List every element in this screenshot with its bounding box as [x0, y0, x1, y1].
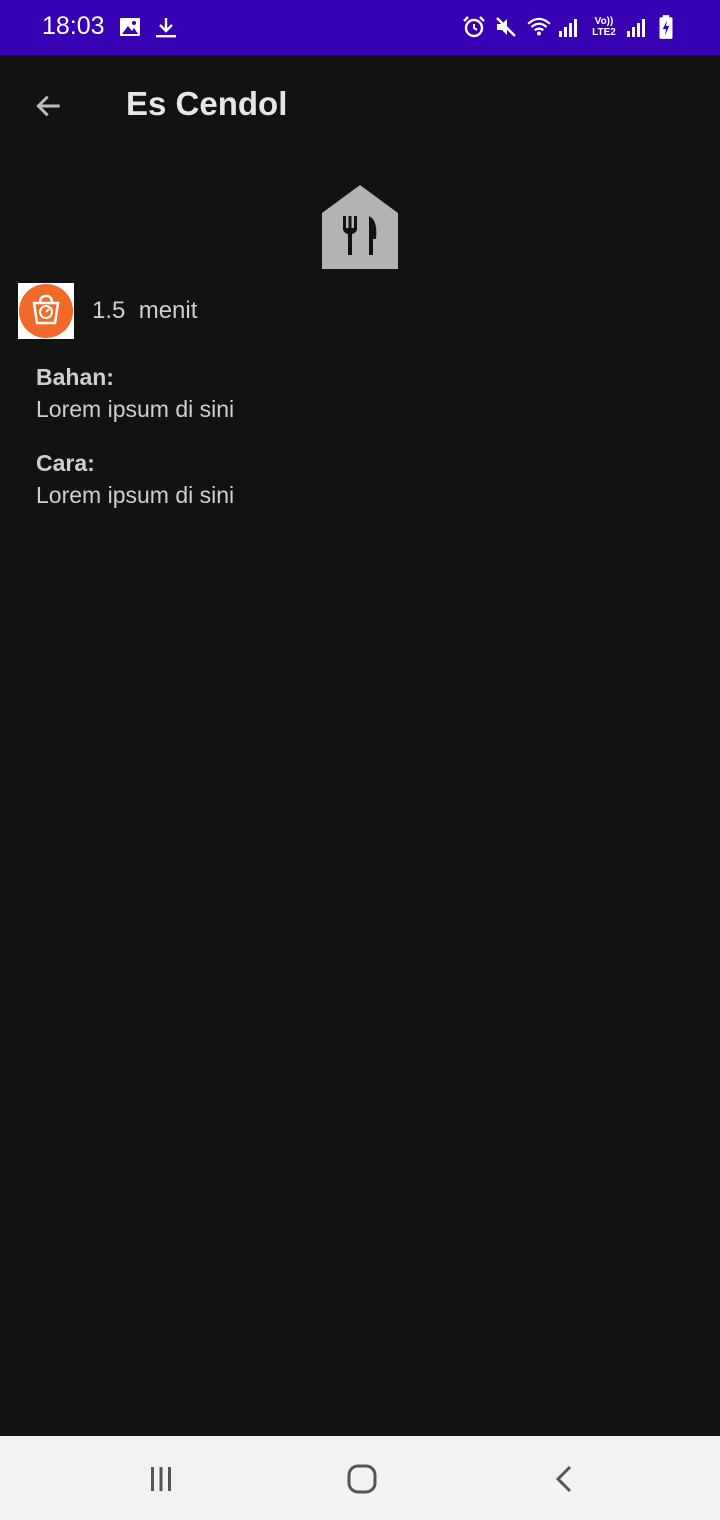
- recent-apps-button[interactable]: [136, 1454, 186, 1504]
- recent-apps-icon: [151, 1467, 171, 1491]
- back-button[interactable]: [26, 83, 72, 129]
- ingredients-section: Bahan: Lorem ipsum di sini: [36, 362, 234, 426]
- nav-back-button[interactable]: [540, 1454, 590, 1504]
- status-time: 18:03: [42, 12, 105, 40]
- duration-row: 1.5 menit: [18, 283, 197, 339]
- back-icon: [555, 1465, 572, 1493]
- status-left-icons: [118, 14, 178, 40]
- toolbar: Es Cendol: [0, 55, 720, 155]
- system-nav-bar: [0, 1436, 720, 1520]
- home-button[interactable]: [337, 1454, 387, 1504]
- alarm-icon: [462, 14, 486, 40]
- screen: 18:03 Vo)) LTE2 Es Cendol 1.5 menit Baha…: [0, 0, 720, 1520]
- method-heading: Cara:: [36, 450, 95, 476]
- arrow-back-icon: [36, 95, 60, 117]
- mute-icon: [494, 14, 518, 40]
- page-title: Es Cendol: [126, 85, 288, 122]
- duration-text: 1.5 menit: [92, 297, 198, 324]
- gallery-icon: [118, 14, 142, 40]
- ingredients-heading: Bahan:: [36, 364, 114, 390]
- signal-icon: [558, 14, 582, 40]
- signal-icon-2: [626, 14, 650, 40]
- kalori-logo: [18, 283, 74, 339]
- restaurant-icon: [322, 185, 398, 269]
- status-bar: 18:03 Vo)) LTE2: [0, 0, 720, 55]
- home-icon: [347, 1464, 377, 1494]
- battery-charging-icon: [658, 14, 682, 40]
- download-icon: [154, 14, 178, 40]
- ingredients-body: Lorem ipsum di sini: [36, 396, 235, 422]
- lte-label: Vo)) LTE2: [592, 16, 616, 38]
- wifi-icon: [526, 14, 551, 40]
- method-section: Cara: Lorem ipsum di sini: [36, 448, 234, 512]
- status-right-icons: Vo)) LTE2: [462, 14, 682, 40]
- method-body: Lorem ipsum di sini: [36, 482, 235, 508]
